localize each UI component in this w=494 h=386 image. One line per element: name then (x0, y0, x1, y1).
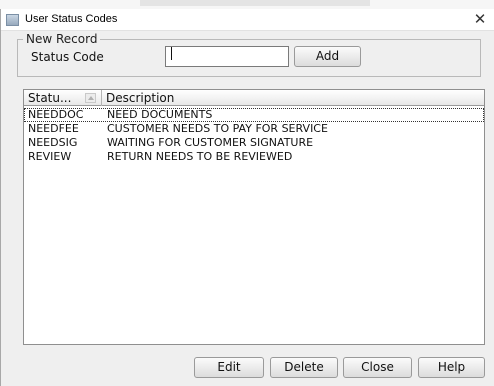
status-code-cell: NEEDFEE (28, 122, 79, 135)
close-button[interactable]: Close (343, 357, 412, 378)
description-cell: RETURN NEEDS TO BE REVIEWED (107, 150, 293, 163)
help-button[interactable]: Help (418, 357, 485, 378)
description-cell: NEED DOCUMENTS (107, 108, 213, 121)
new-record-group: New Record Status Code Add (17, 32, 481, 77)
table-row[interactable]: NEEDSIG WAITING FOR CUSTOMER SIGNATURE (24, 136, 484, 150)
status-code-cell: NEEDSIG (28, 136, 78, 149)
add-button[interactable]: Add (294, 46, 361, 67)
status-code-cell: REVIEW (28, 150, 72, 163)
new-record-legend: New Record (23, 32, 101, 46)
description-column-header[interactable]: Description (103, 90, 483, 106)
table-header: Statu... Description (24, 90, 484, 106)
text-caret (171, 47, 172, 60)
table-row[interactable]: REVIEW RETURN NEEDS TO BE REVIEWED (24, 150, 484, 164)
window-title: User Status Codes (25, 13, 118, 25)
close-icon[interactable]: ✕ (472, 10, 488, 28)
status-code-input[interactable] (165, 46, 289, 67)
user-status-codes-dialog: User Status Codes ✕ New Record Status Co… (0, 9, 494, 386)
description-cell: WAITING FOR CUSTOMER SIGNATURE (107, 136, 314, 149)
title-bar[interactable]: User Status Codes ✕ (1, 9, 494, 31)
status-column-label: Statu... (28, 91, 72, 105)
table-row[interactable]: NEEDDOC NEED DOCUMENTS (24, 108, 484, 122)
window-icon (6, 14, 19, 26)
status-code-label: Status Code (31, 50, 104, 64)
description-cell: CUSTOMER NEEDS TO PAY FOR SERVICE (107, 122, 328, 135)
status-codes-table: Statu... Description NEEDDOC NEED DOCUME… (23, 89, 485, 345)
status-code-cell: NEEDDOC (28, 108, 84, 121)
status-column-header[interactable]: Statu... (24, 90, 102, 106)
delete-button[interactable]: Delete (270, 357, 338, 378)
description-column-label: Description (106, 91, 175, 105)
background-window-strip (140, 0, 370, 6)
edit-button[interactable]: Edit (194, 357, 264, 378)
table-row[interactable]: NEEDFEE CUSTOMER NEEDS TO PAY FOR SERVIC… (24, 122, 484, 136)
sort-ascending-icon (85, 93, 96, 103)
